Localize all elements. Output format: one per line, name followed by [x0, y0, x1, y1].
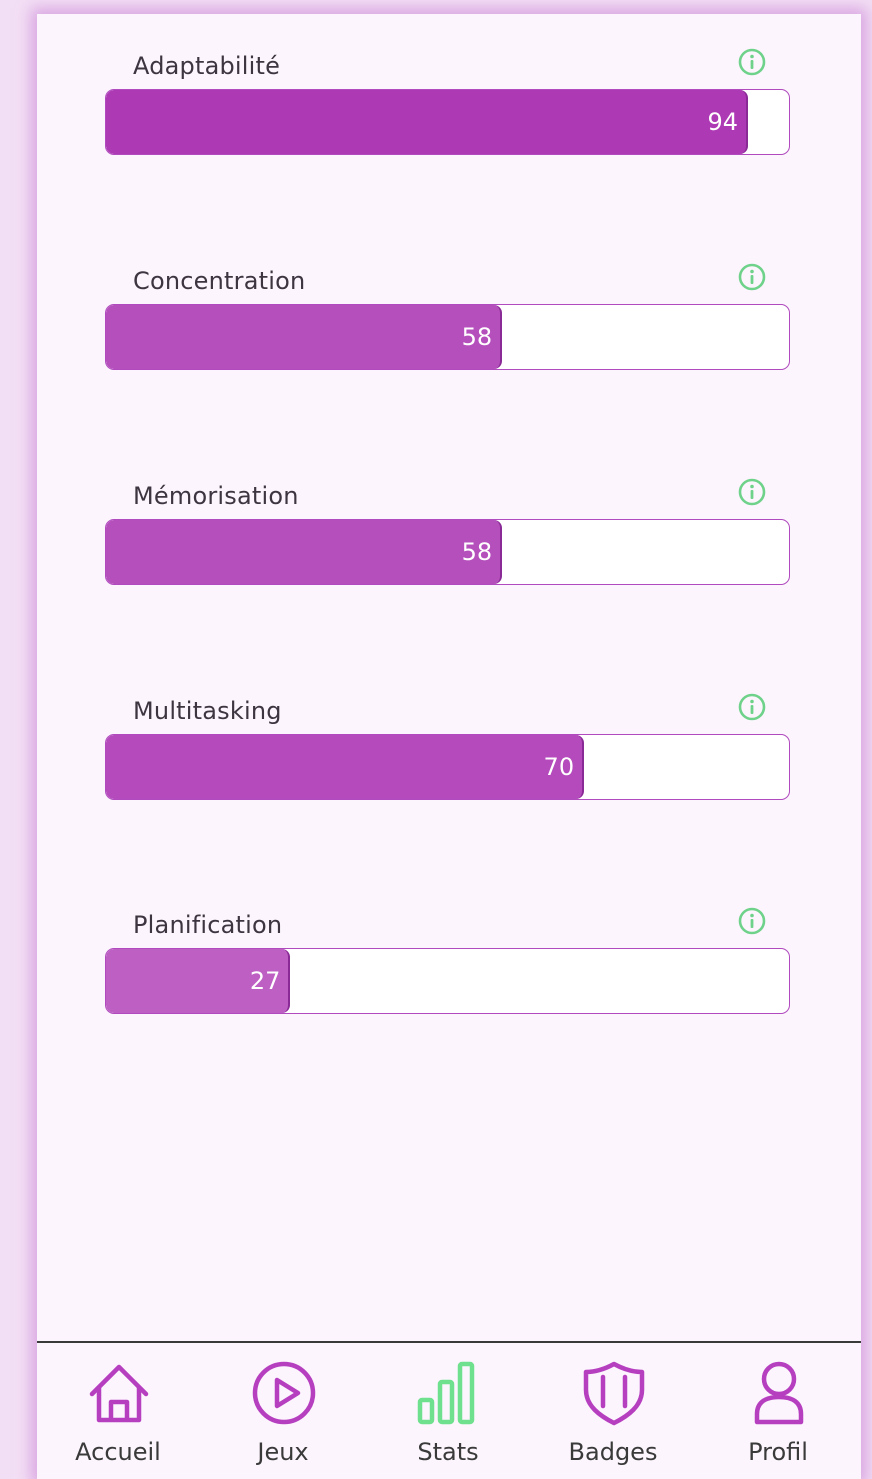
stat-label: Multitasking [133, 697, 282, 725]
nav-divider [37, 1341, 861, 1343]
tab-accueil[interactable]: Accueil [58, 1354, 178, 1479]
tab-label: Badges [568, 1438, 658, 1466]
tab-label: Profil [748, 1438, 808, 1466]
progress-bar: 58 [105, 304, 790, 370]
progress-bar: 58 [105, 519, 790, 585]
progress-bar-fill: 27 [106, 949, 291, 1013]
progress-value: 94 [707, 108, 739, 136]
shield-icon [583, 1361, 645, 1426]
progress-bar-fill: 58 [106, 305, 503, 369]
progress-value: 58 [461, 538, 493, 566]
tab-jeux[interactable]: Jeux [223, 1354, 343, 1479]
home-icon [89, 1364, 149, 1423]
progress-bar: 94 [105, 89, 790, 155]
tab-label: Accueil [75, 1438, 161, 1466]
user-icon [754, 1361, 804, 1425]
tab-stats[interactable]: Stats [388, 1354, 508, 1479]
tab-profil[interactable]: Profil [718, 1354, 838, 1479]
progress-bar-fill: 94 [106, 90, 749, 154]
stat-label: Mémorisation [133, 482, 299, 510]
progress-bar: 27 [105, 948, 790, 1014]
tab-badges[interactable]: Badges [553, 1354, 673, 1479]
stats-screen: Adaptabilité 94 Concentration 58 Mémoris… [37, 14, 861, 1479]
stat-label: Planification [133, 911, 283, 939]
progress-bar-fill: 58 [106, 520, 503, 584]
stat-label: Concentration [133, 267, 306, 295]
info-icon[interactable] [737, 47, 767, 77]
play-icon [252, 1361, 316, 1425]
info-icon[interactable] [737, 477, 767, 507]
stat-label: Adaptabilité [133, 52, 281, 80]
tab-label: Stats [417, 1438, 479, 1466]
progress-value: 27 [249, 967, 281, 995]
progress-bar: 70 [105, 734, 790, 800]
progress-value: 58 [461, 323, 493, 351]
bar-chart-icon [417, 1361, 475, 1425]
progress-value: 70 [543, 753, 575, 781]
progress-bar-fill: 70 [106, 735, 585, 799]
info-icon[interactable] [737, 262, 767, 292]
tab-label: Jeux [257, 1438, 309, 1466]
info-icon[interactable] [737, 906, 767, 936]
info-icon[interactable] [737, 692, 767, 722]
